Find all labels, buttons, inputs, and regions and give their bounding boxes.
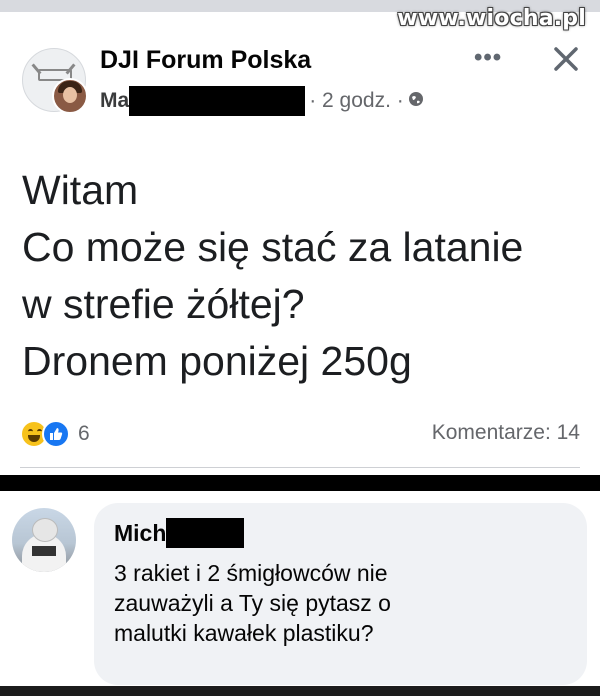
author-name[interactable]: Ma (100, 89, 129, 113)
bottom-strip (0, 686, 600, 696)
post-body: Witam Co może się stać za latanie w stre… (22, 162, 582, 390)
author-avatar[interactable] (52, 78, 88, 114)
close-icon[interactable] (549, 42, 583, 76)
watermark: www.wiocha.pl (397, 6, 586, 31)
reactions-summary[interactable]: 6 (20, 418, 90, 450)
post-line: Dronem poniżej 250g (22, 338, 412, 384)
screenshot-separator (0, 475, 600, 491)
post-meta-row: Ma · 2 godz. · (100, 86, 424, 116)
divider (20, 467, 580, 468)
post-line: Co może się stać za latanie (22, 224, 524, 270)
avatar-head (32, 518, 58, 542)
commenter-name[interactable]: Mich (114, 520, 166, 547)
avatar-print (32, 546, 56, 556)
commenter-avatar[interactable] (12, 508, 76, 572)
like-icon (42, 420, 70, 448)
haha-eye (28, 429, 33, 434)
post-line: Witam (22, 167, 139, 213)
comment-line: malutki kawałek plastiku? (114, 620, 374, 646)
name-redaction (129, 86, 306, 116)
comment-line: 3 rakiet i 2 śmigłowców nie (114, 560, 388, 586)
comment-line: zauważyli a Ty się pytasz o (114, 590, 391, 616)
group-name-link[interactable]: DJI Forum Polska (100, 46, 311, 75)
reaction-count: 6 (78, 422, 90, 445)
post-line: w strefie żółtej? (22, 281, 305, 327)
haha-mouth (28, 435, 40, 442)
avatar-face (63, 87, 77, 103)
more-icon[interactable]: ••• (474, 44, 502, 72)
comment-body: 3 rakiet i 2 śmigłowców nie zauważyli a … (114, 558, 574, 648)
name-redaction (166, 518, 245, 548)
comments-count-link[interactable]: Komentarze: 14 (432, 421, 580, 445)
globe-icon[interactable] (408, 91, 424, 112)
post-time[interactable]: · 2 godz. · (309, 89, 404, 113)
comment-author-row: Mich (114, 517, 245, 549)
